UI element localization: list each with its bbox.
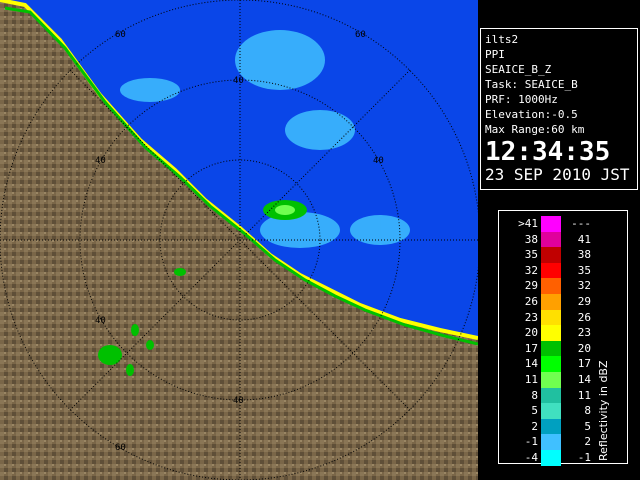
legend-row: 23 26 (505, 309, 595, 326)
legend-high-value: 5 (584, 419, 591, 433)
legend-low-value: 2 (531, 419, 538, 433)
legend-low-value: 11 (524, 372, 538, 386)
legend-row: 8 11 (505, 387, 595, 404)
radar-ppi-map[interactable]: 60 60 40 40 40 40 40 60 (0, 0, 478, 480)
max-range-value: Max Range:60 km (485, 123, 585, 136)
reflectivity-legend: >41 --- 38 41 35 38 32 35 29 32 26 29 23 26 20 23 17 20 14… (498, 210, 628, 466)
legend-row: >41 --- (505, 216, 595, 232)
legend-color-swatch (541, 309, 561, 326)
legend-color-swatch (541, 356, 561, 372)
legend-low-value: 38 (524, 232, 538, 246)
legend-high-value: 2 (584, 435, 591, 449)
legend-low-value: 14 (524, 357, 538, 371)
legend-high-value: -1 (577, 450, 591, 464)
task-name: Task: SEAICE_B (485, 78, 578, 91)
legend-row: 58 (505, 403, 595, 419)
prf-value: PRF: 1000Hz (485, 93, 558, 106)
legend-high-value: 20 (577, 341, 591, 355)
legend-low-value: 17 (524, 341, 538, 355)
legend-color-swatch (541, 231, 561, 248)
legend-high-value: --- (571, 217, 591, 230)
legend-high-value: 8 (584, 404, 591, 418)
legend-row: 35 38 (505, 247, 595, 263)
legend-color-swatch (541, 449, 561, 466)
legend-high-value: 41 (577, 232, 591, 246)
elevation-value: Elevation:-0.5 (485, 108, 578, 121)
legend-unit-label: Reflectivity in dBZ (597, 360, 610, 461)
legend-high-value: 26 (577, 310, 591, 324)
legend-row: 17 20 (505, 340, 595, 357)
legend-low-value: 5 (531, 404, 538, 418)
scan-time: 12:34:35 (485, 137, 611, 167)
legend-high-value: 38 (577, 248, 591, 262)
radar-info-panel: ilts2 PPI SEAICE_B_Z Task: SEAICE_B PRF:… (480, 28, 638, 190)
legend-high-value: 23 (577, 326, 591, 340)
legend-row: 38 41 (505, 231, 595, 248)
legend-high-value: 35 (577, 263, 591, 277)
legend-low-value: 23 (524, 310, 538, 324)
legend-row: 26 29 (505, 293, 595, 310)
legend-row: 25 (505, 418, 595, 435)
svg-text:40: 40 (95, 316, 106, 326)
legend-low-value: -1 (524, 435, 538, 449)
legend-high-value: 14 (577, 372, 591, 386)
svg-text:40: 40 (233, 396, 244, 406)
legend-color-swatch (541, 262, 561, 279)
legend-row: 11 14 (505, 371, 595, 388)
svg-text:60: 60 (355, 30, 366, 40)
legend-color-swatch (541, 278, 561, 294)
legend-row: 14 17 (505, 356, 595, 372)
legend-low-value: 8 (531, 388, 538, 402)
legend-color-swatch (541, 325, 561, 341)
legend-high-value: 11 (577, 388, 591, 402)
legend-high-value: 32 (577, 279, 591, 293)
legend-color-swatch (541, 418, 561, 435)
legend-color-swatch (541, 371, 561, 388)
legend-color-swatch (541, 293, 561, 310)
legend-low-value: 26 (524, 294, 538, 308)
legend-row: -1 2 (505, 434, 595, 450)
legend-low-value: -4 (524, 450, 538, 464)
legend-rows: >41 --- 38 41 35 38 32 35 29 32 26 29 23 26 20 23 17 20 14… (505, 216, 595, 466)
svg-text:60: 60 (115, 443, 126, 453)
legend-row: -4 -1 (505, 449, 595, 466)
legend-low-value: 29 (524, 279, 538, 293)
legend-low-value: 35 (524, 248, 538, 262)
legend-color-swatch (541, 434, 561, 450)
legend-color-swatch (541, 403, 561, 419)
svg-text:60: 60 (115, 30, 126, 40)
legend-low-value: 20 (524, 326, 538, 340)
legend-row: 29 32 (505, 278, 595, 294)
legend-low-value: >41 (518, 217, 538, 230)
legend-high-value: 29 (577, 294, 591, 308)
legend-row: 20 23 (505, 325, 595, 341)
legend-row: 32 35 (505, 262, 595, 279)
svg-text:40: 40 (233, 76, 244, 86)
legend-color-swatch (541, 216, 561, 232)
legend-low-value: 32 (524, 263, 538, 277)
legend-color-swatch (541, 247, 561, 263)
svg-text:40: 40 (95, 156, 106, 166)
legend-color-swatch (541, 340, 561, 357)
station-name: ilts2 (485, 33, 519, 46)
scan-date: 23 SEP 2010 JST (485, 165, 630, 184)
product-name: SEAICE_B_Z (485, 63, 552, 76)
scan-mode: PPI (485, 48, 505, 61)
svg-text:40: 40 (373, 156, 384, 166)
legend-color-swatch (541, 387, 561, 404)
legend-high-value: 17 (577, 357, 591, 371)
